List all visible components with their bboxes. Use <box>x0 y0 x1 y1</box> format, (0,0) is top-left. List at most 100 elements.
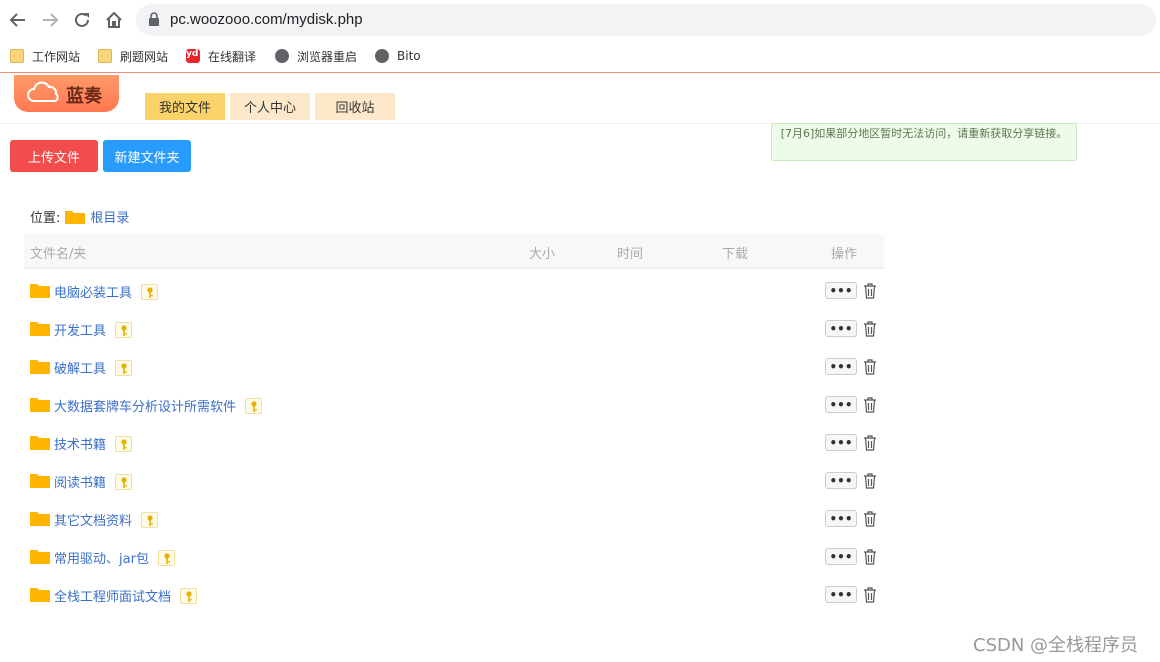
share-key-button[interactable] <box>141 512 158 528</box>
folder-icon <box>65 211 86 224</box>
reload-icon <box>75 12 89 27</box>
more-button[interactable]: ••• <box>825 434 857 451</box>
folder-icon <box>30 284 50 298</box>
col-downloads: 下载 <box>722 247 749 262</box>
youdao-icon: yd <box>186 49 200 63</box>
bookmark-item[interactable]: yd 在线翻译 <box>186 47 256 65</box>
table-header: 文件名/夹 大小 时间 下载 操作 <box>24 234 884 269</box>
location-label: 位置: <box>30 211 61 226</box>
key-icon <box>146 286 153 298</box>
trash-icon[interactable] <box>863 587 877 603</box>
share-key-button[interactable] <box>141 284 158 300</box>
bookmark-label: Bito <box>397 49 421 63</box>
key-icon <box>120 438 127 450</box>
folder-name-link[interactable]: 电脑必装工具 <box>54 282 132 301</box>
col-size: 大小 <box>529 247 556 262</box>
root-link[interactable]: 根目录 <box>90 207 129 226</box>
share-key-button[interactable] <box>158 550 175 566</box>
folder-icon <box>30 360 50 374</box>
more-button[interactable]: ••• <box>825 586 857 603</box>
more-button[interactable]: ••• <box>825 282 857 299</box>
more-button[interactable]: ••• <box>825 548 857 565</box>
more-button[interactable]: ••• <box>825 358 857 375</box>
share-key-button[interactable] <box>115 474 132 490</box>
arrow-right-icon <box>43 13 59 27</box>
key-icon <box>250 400 257 412</box>
new-folder-button[interactable]: 新建文件夹 <box>103 140 191 172</box>
trash-icon[interactable] <box>863 283 877 299</box>
back-button[interactable] <box>6 8 30 32</box>
folder-icon <box>30 474 50 488</box>
folder-name-link[interactable]: 大数据套牌车分析设计所需软件 <box>54 396 236 415</box>
table-row: 破解工具 ••• <box>24 349 884 387</box>
folder-icon <box>98 49 112 63</box>
url-text: pc.woozooo.com/mydisk.php <box>170 11 363 28</box>
trash-icon[interactable] <box>863 397 877 413</box>
bookmark-item[interactable]: Bito <box>375 47 421 65</box>
arrow-left-icon <box>9 13 25 27</box>
trash-icon[interactable] <box>863 321 877 337</box>
table-row: 技术书籍 ••• <box>24 425 884 463</box>
globe-icon <box>375 49 389 63</box>
cloud-icon <box>27 81 59 102</box>
more-button[interactable]: ••• <box>825 472 857 489</box>
more-button[interactable]: ••• <box>825 396 857 413</box>
table-row: 阅读书籍 ••• <box>24 463 884 501</box>
site-header: 蓝奏 我的文件 个人中心 回收站 <box>0 73 1160 124</box>
trash-icon[interactable] <box>863 511 877 527</box>
table-row: 开发工具 ••• <box>24 311 884 349</box>
forward-button[interactable] <box>38 8 62 32</box>
page: 蓝奏 我的文件 个人中心 回收站 [7月6]如果部分地区暂时无法访问，请重新获取… <box>0 72 1160 662</box>
share-key-button[interactable] <box>245 398 262 414</box>
folder-name-link[interactable]: 其它文档资料 <box>54 510 132 529</box>
globe-icon <box>275 49 289 63</box>
key-icon <box>120 324 127 336</box>
bookmark-label: 浏览器重启 <box>297 49 358 64</box>
bookmark-label: 刷题网站 <box>120 49 169 64</box>
more-button[interactable]: ••• <box>825 510 857 527</box>
table-row: 全栈工程师面试文档 ••• <box>24 577 884 615</box>
folder-name-link[interactable]: 技术书籍 <box>54 434 106 453</box>
trash-icon[interactable] <box>863 359 877 375</box>
folder-name-link[interactable]: 阅读书籍 <box>54 472 106 491</box>
trash-icon[interactable] <box>863 435 877 451</box>
key-icon <box>120 362 127 374</box>
logo[interactable]: 蓝奏 <box>14 75 119 112</box>
share-key-button[interactable] <box>180 588 197 604</box>
notice-banner: [7月6]如果部分地区暂时无法访问，请重新获取分享链接。 <box>771 123 1077 161</box>
upload-button[interactable]: 上传文件 <box>10 140 98 172</box>
folder-icon <box>30 512 50 526</box>
tab-recycle-bin[interactable]: 回收站 <box>315 93 395 120</box>
tab-user-center[interactable]: 个人中心 <box>230 93 310 120</box>
folder-name-link[interactable]: 常用驱动、jar包 <box>54 548 149 567</box>
reload-button[interactable] <box>70 8 94 32</box>
table-row: 其它文档资料 ••• <box>24 501 884 539</box>
browser-toolbar: pc.woozooo.com/mydisk.php <box>0 0 1160 40</box>
bookmark-label: 在线翻译 <box>208 49 257 64</box>
watermark: CSDN @全栈程序员 <box>973 635 1139 656</box>
col-name: 文件名/夹 <box>30 247 87 262</box>
tab-my-files[interactable]: 我的文件 <box>145 93 225 120</box>
home-button[interactable] <box>102 8 126 32</box>
share-key-button[interactable] <box>115 322 132 338</box>
folder-name-link[interactable]: 全栈工程师面试文档 <box>54 586 171 605</box>
col-time: 时间 <box>617 247 644 262</box>
col-actions: 操作 <box>831 247 858 262</box>
logo-text: 蓝奏 <box>66 86 102 107</box>
trash-icon[interactable] <box>863 473 877 489</box>
share-key-button[interactable] <box>115 360 132 376</box>
key-icon <box>185 590 192 602</box>
share-key-button[interactable] <box>115 436 132 452</box>
more-button[interactable]: ••• <box>825 320 857 337</box>
bookmark-item[interactable]: 刷题网站 <box>98 47 168 65</box>
breadcrumb: 位置: 根目录 <box>30 207 129 226</box>
folder-icon <box>10 49 24 63</box>
folder-name-link[interactable]: 破解工具 <box>54 358 106 377</box>
address-bar[interactable]: pc.woozooo.com/mydisk.php <box>136 4 1156 36</box>
bookmark-item[interactable]: 浏览器重启 <box>275 47 357 65</box>
bookmark-item[interactable]: 工作网站 <box>10 47 80 65</box>
trash-icon[interactable] <box>863 549 877 565</box>
folder-icon <box>30 436 50 450</box>
folder-name-link[interactable]: 开发工具 <box>54 320 106 339</box>
lock-icon <box>149 12 159 26</box>
